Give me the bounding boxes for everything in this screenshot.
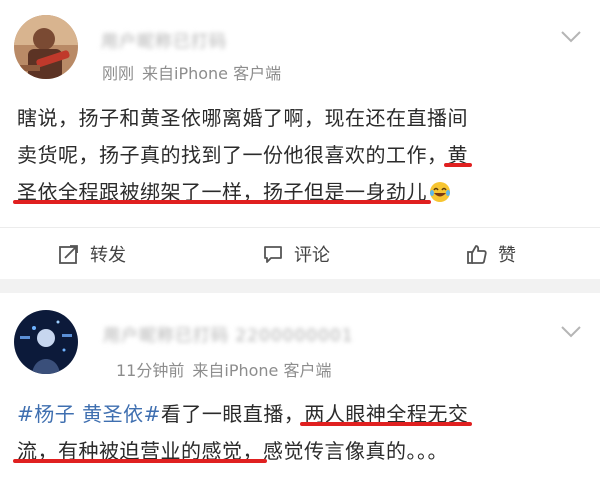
thumbs-up-icon <box>467 245 487 264</box>
comment-icon <box>264 246 282 263</box>
laughing-tears-emoji <box>430 182 450 202</box>
post-text-line: 瞎说，扬子和黄圣依哪离婚了啊，现在还在直播间 <box>17 100 587 137</box>
repost-button[interactable]: 转发 <box>58 242 126 266</box>
post-text-line: 卖货呢，扬子真的找到了一份他很喜欢的工作，黄 <box>17 137 587 174</box>
post-text: #杨子 黄圣依#看了一眼直播，两人眼神全程无交 流，有种被迫营业的感觉，感觉传言像… <box>17 396 587 470</box>
comment-button[interactable]: 评论 <box>262 242 330 266</box>
post-time: 刚刚 <box>102 64 135 83</box>
underlined-text: 两人眼神全程无交 <box>304 402 469 426</box>
avatar[interactable] <box>14 310 78 374</box>
post-card: 用户昵称已打码 刚刚 来自iPhone 客户端 瞎说，扬子和黄圣依哪离婚了啊，现在… <box>0 0 600 279</box>
action-bar: 转发 评论 赞 <box>0 227 600 278</box>
text-segment: 感觉传言像真的。。。 <box>263 439 448 463</box>
post-time: 11分钟前 <box>116 361 185 380</box>
chevron-down-icon[interactable] <box>560 30 582 44</box>
post-text-line: 流，有种被迫营业的感觉，感觉传言像真的。。。 <box>17 433 587 470</box>
repost-icon <box>59 245 78 264</box>
post-meta: 刚刚 来自iPhone 客户端 <box>102 64 281 84</box>
comment-label: 评论 <box>294 245 330 266</box>
username[interactable]: 用户昵称已打码 <box>101 31 251 53</box>
hashtag-link[interactable]: #杨子 黄圣依# <box>17 402 161 426</box>
text-segment: 瞎说，扬子和黄圣依哪离婚了啊，现在还在直播间 <box>17 106 468 130</box>
weibo-feed: 用户昵称已打码 刚刚 来自iPhone 客户端 瞎说，扬子和黄圣依哪离婚了啊，现在… <box>0 0 600 480</box>
underlined-text: 黄 <box>447 143 468 167</box>
text-segment: 卖货呢，扬子真的找到了一份他很喜欢的工作， <box>17 143 448 167</box>
username[interactable]: 用户昵称已打码 2200000001 <box>103 325 353 347</box>
post-text: 瞎说，扬子和黄圣依哪离婚了啊，现在还在直播间 卖货呢，扬子真的找到了一份他很喜欢的… <box>17 100 587 211</box>
repost-label: 转发 <box>90 245 126 266</box>
post-source: 来自iPhone 客户端 <box>142 64 282 83</box>
underlined-text: 流，有种被迫营业的感觉， <box>17 439 263 463</box>
text-segment: 看了一眼直播， <box>160 402 305 426</box>
chevron-down-icon[interactable] <box>560 325 582 339</box>
post-text-line: 圣依全程跟被绑架了一样，扬子但是一身劲儿 <box>17 174 587 211</box>
underlined-text: 圣依全程跟被绑架了一样，扬子但是一身劲儿 <box>17 180 427 204</box>
post-source: 来自iPhone 客户端 <box>192 361 332 380</box>
like-button[interactable]: 赞 <box>466 242 516 266</box>
post-meta: 11分钟前 来自iPhone 客户端 <box>116 361 331 381</box>
like-label: 赞 <box>498 245 516 266</box>
post-text-line: #杨子 黄圣依#看了一眼直播，两人眼神全程无交 <box>17 396 587 433</box>
avatar[interactable] <box>14 15 78 79</box>
